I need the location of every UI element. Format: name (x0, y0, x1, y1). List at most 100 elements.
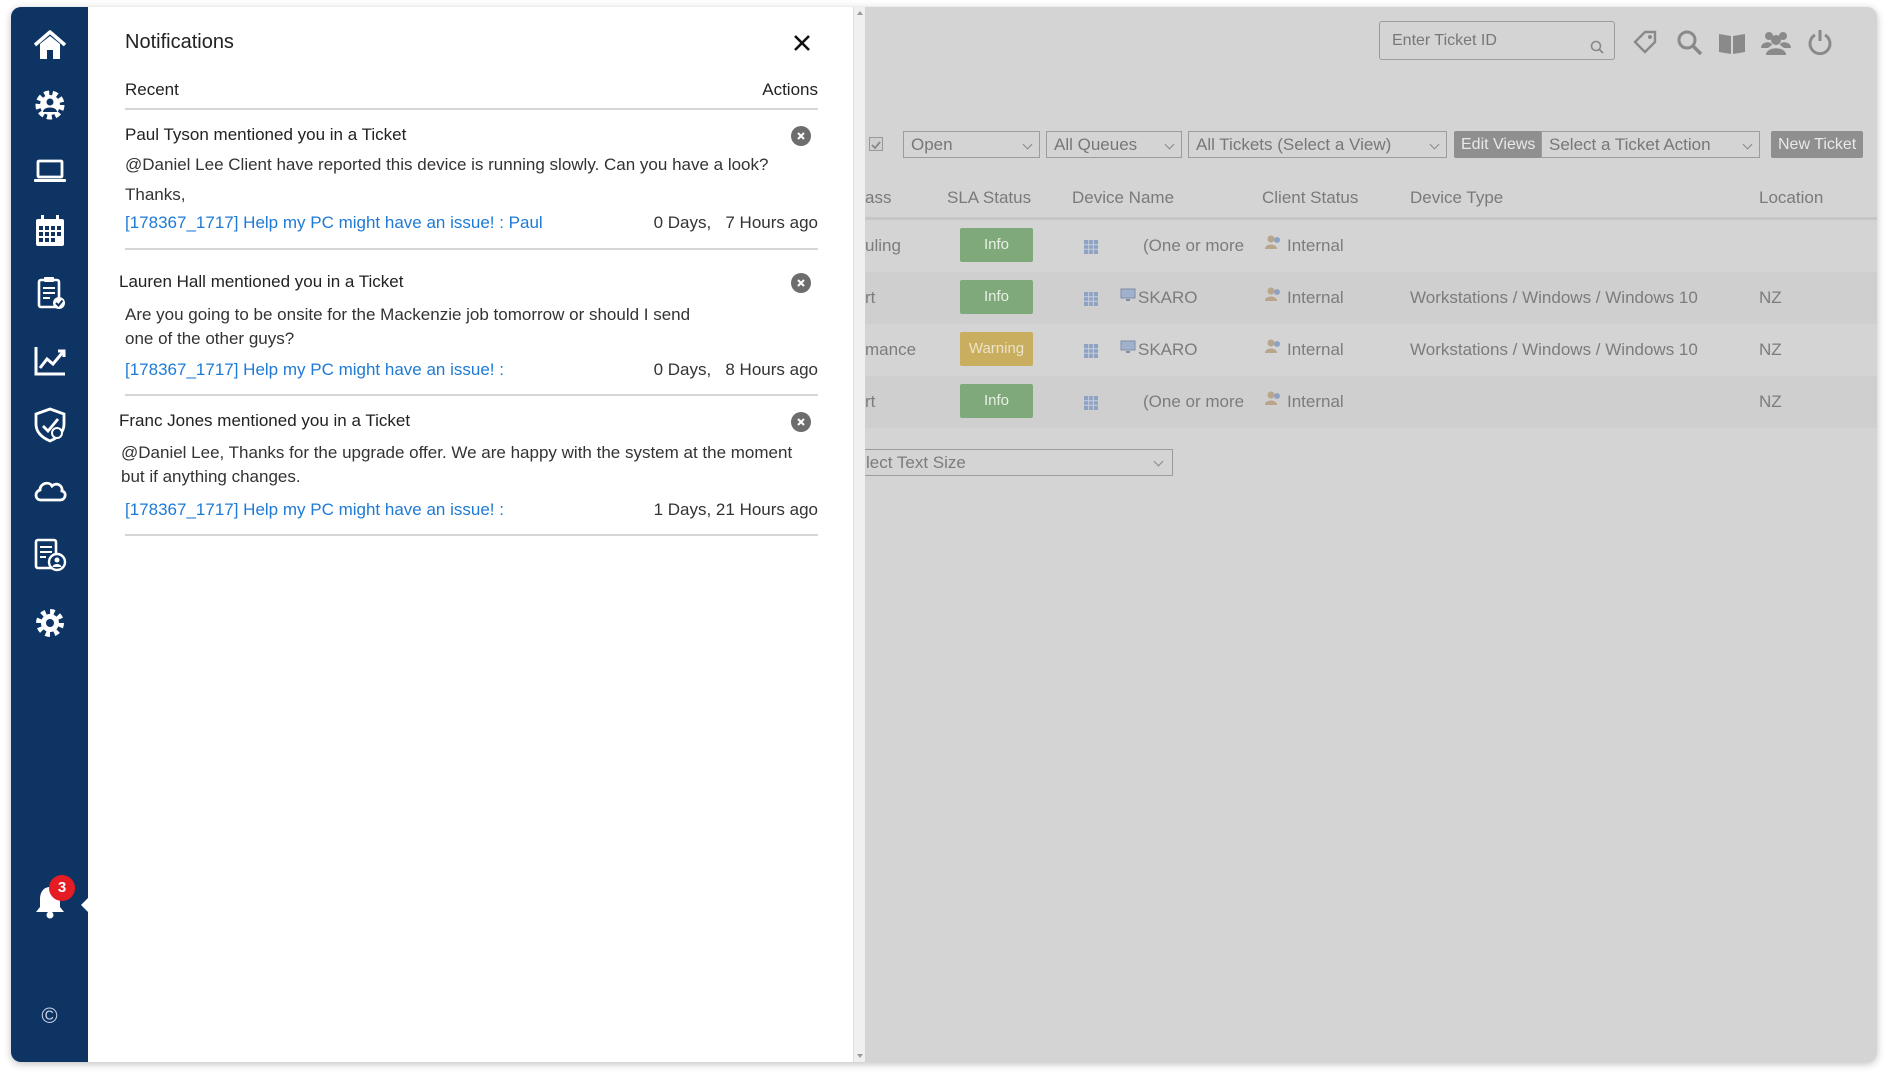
panel-title: Notifications (125, 31, 234, 53)
ticket-action-select[interactable]: Select a Ticket Action (1541, 131, 1760, 158)
location-cell: NZ (1759, 288, 1782, 307)
dismiss-notification-button[interactable] (791, 273, 811, 293)
col-header-device-name[interactable]: Device Name (1072, 188, 1174, 208)
shield-icon[interactable] (11, 401, 88, 449)
panel-scrollbar[interactable] (853, 7, 865, 1062)
sla-status-badge: Warning (960, 332, 1033, 366)
table-row[interactable]: rt Info (One or more Internal NZ (865, 376, 1877, 428)
user-icon (1265, 286, 1283, 307)
queue-filter-value: All Queues (1054, 135, 1138, 154)
device-grid-icon (1084, 240, 1098, 259)
class-cell: rt (865, 288, 876, 307)
mention-author: Franc Jones (119, 411, 213, 430)
sla-status-badge: Info (960, 280, 1033, 314)
text-size-value: lect Text Size (866, 453, 966, 472)
notification-message: @Daniel Lee Client have reported this de… (125, 155, 769, 174)
close-icon (797, 279, 805, 287)
close-panel-button[interactable] (788, 29, 816, 57)
device-grid-icon (1084, 292, 1098, 311)
actions-header: Actions (762, 80, 818, 99)
chart-line-icon[interactable] (11, 337, 88, 385)
edit-views-button[interactable]: Edit Views (1454, 131, 1543, 158)
close-icon (797, 132, 805, 140)
app-window: Enter Ticket ID Open All Queues All Tick… (11, 7, 1877, 1062)
dismiss-notification-button[interactable] (791, 126, 811, 146)
text-size-select[interactable]: lect Text Size (855, 449, 1173, 476)
device-type-cell: Workstations / Windows / Windows 10 (1410, 340, 1698, 359)
clipboard-check-icon[interactable] (11, 269, 88, 317)
col-header-sla-status[interactable]: SLA Status (947, 188, 1031, 208)
sla-status-badge: Info (960, 384, 1033, 418)
sla-status-badge: Info (960, 228, 1033, 262)
client-status-cell: Internal (1287, 236, 1344, 255)
col-header-client-status[interactable]: Client Status (1262, 188, 1358, 208)
device-name-cell: (One or more (1143, 236, 1245, 255)
col-header-location[interactable]: Location (1759, 188, 1823, 208)
device-grid-icon (1084, 344, 1098, 363)
new-ticket-button[interactable]: New Ticket (1771, 131, 1864, 158)
location-cell: NZ (1759, 340, 1782, 359)
class-cell: mance (865, 340, 917, 359)
ticket-link[interactable]: [178367_1717] Help my PC might have an i… (125, 500, 504, 520)
notification-divider (125, 248, 818, 250)
technician-gear-icon[interactable] (11, 81, 88, 129)
col-header-class[interactable]: ass (865, 188, 891, 208)
status-filter-select[interactable]: Open (903, 131, 1040, 158)
ticket-link[interactable]: [178367_1717] Help my PC might have an i… (125, 213, 543, 233)
select-all-checkbox[interactable] (869, 137, 883, 151)
search-icon[interactable] (1673, 26, 1705, 58)
location-cell: NZ (1759, 392, 1782, 411)
table-row[interactable]: rt Info SKARO Internal Workstations / Wi… (865, 272, 1877, 324)
copyright-icon[interactable]: © (11, 1003, 88, 1029)
settings-gear-icon[interactable] (11, 599, 88, 647)
calendar-icon[interactable] (11, 207, 88, 255)
home-icon[interactable] (11, 21, 88, 69)
reports-user-icon[interactable] (11, 531, 88, 579)
notification-heading: Lauren Hall mentioned you in a Ticket (119, 272, 403, 292)
device-name-cell: SKARO (1138, 340, 1198, 359)
notification-count-badge: 3 (49, 875, 75, 901)
device-grid-icon (1084, 396, 1098, 415)
class-cell: rt (865, 392, 876, 411)
notifications-panel: Notifications Recent Actions Paul Tyson … (88, 7, 853, 1062)
cloud-icon[interactable] (11, 467, 88, 515)
notification-heading: Paul Tyson mentioned you in a Ticket (125, 125, 406, 145)
device-name-cell: (One or more (1143, 392, 1245, 411)
ticket-id-search-input[interactable]: Enter Ticket ID (1379, 21, 1615, 60)
class-cell: uling (865, 236, 901, 255)
client-status-cell: Internal (1287, 392, 1344, 411)
ticket-link[interactable]: [178367_1717] Help my PC might have an i… (125, 360, 504, 380)
search-icon[interactable] (1590, 31, 1604, 68)
close-icon (794, 35, 810, 51)
table-row[interactable]: uling Info (One or more Internal (865, 220, 1877, 272)
ticket-tag-icon[interactable] (1629, 26, 1661, 58)
recent-header: Recent (125, 80, 179, 99)
notification-time: 1 Days, 21 Hours ago (653, 500, 818, 519)
client-status-cell: Internal (1287, 288, 1344, 307)
power-icon[interactable] (1804, 26, 1836, 58)
notification-message: @Daniel Lee, Thanks for the upgrade offe… (121, 443, 793, 486)
user-icon (1265, 234, 1283, 255)
mention-author: Paul Tyson (125, 125, 209, 144)
notification-divider (125, 394, 818, 396)
knowledge-book-icon[interactable] (1716, 26, 1748, 58)
table-row[interactable]: mance Warning SKARO Internal Workstation… (865, 324, 1877, 376)
col-header-device-type[interactable]: Device Type (1410, 188, 1503, 208)
notification-time: 0 Days, 7 Hours ago (653, 213, 818, 232)
main-sidebar: 3 © (11, 7, 89, 1062)
notifications-bell-button[interactable]: 3 (11, 875, 89, 927)
monitor-icon (1120, 288, 1136, 307)
laptop-icon[interactable] (11, 147, 88, 195)
queue-filter-select[interactable]: All Queues (1046, 131, 1182, 158)
dismiss-notification-button[interactable] (791, 412, 811, 432)
close-icon (797, 418, 805, 426)
view-filter-select[interactable]: All Tickets (Select a View) (1188, 131, 1447, 158)
notification-heading: Franc Jones mentioned you in a Ticket (119, 411, 410, 431)
header-divider (125, 108, 818, 110)
user-icon (1265, 338, 1283, 359)
ticket-id-placeholder: Enter Ticket ID (1392, 32, 1497, 49)
user-icon (1265, 390, 1283, 411)
users-group-icon[interactable] (1760, 26, 1792, 58)
notification-message: Are you going to be onsite for the Macke… (125, 305, 691, 348)
mention-author: Lauren Hall (119, 272, 206, 291)
